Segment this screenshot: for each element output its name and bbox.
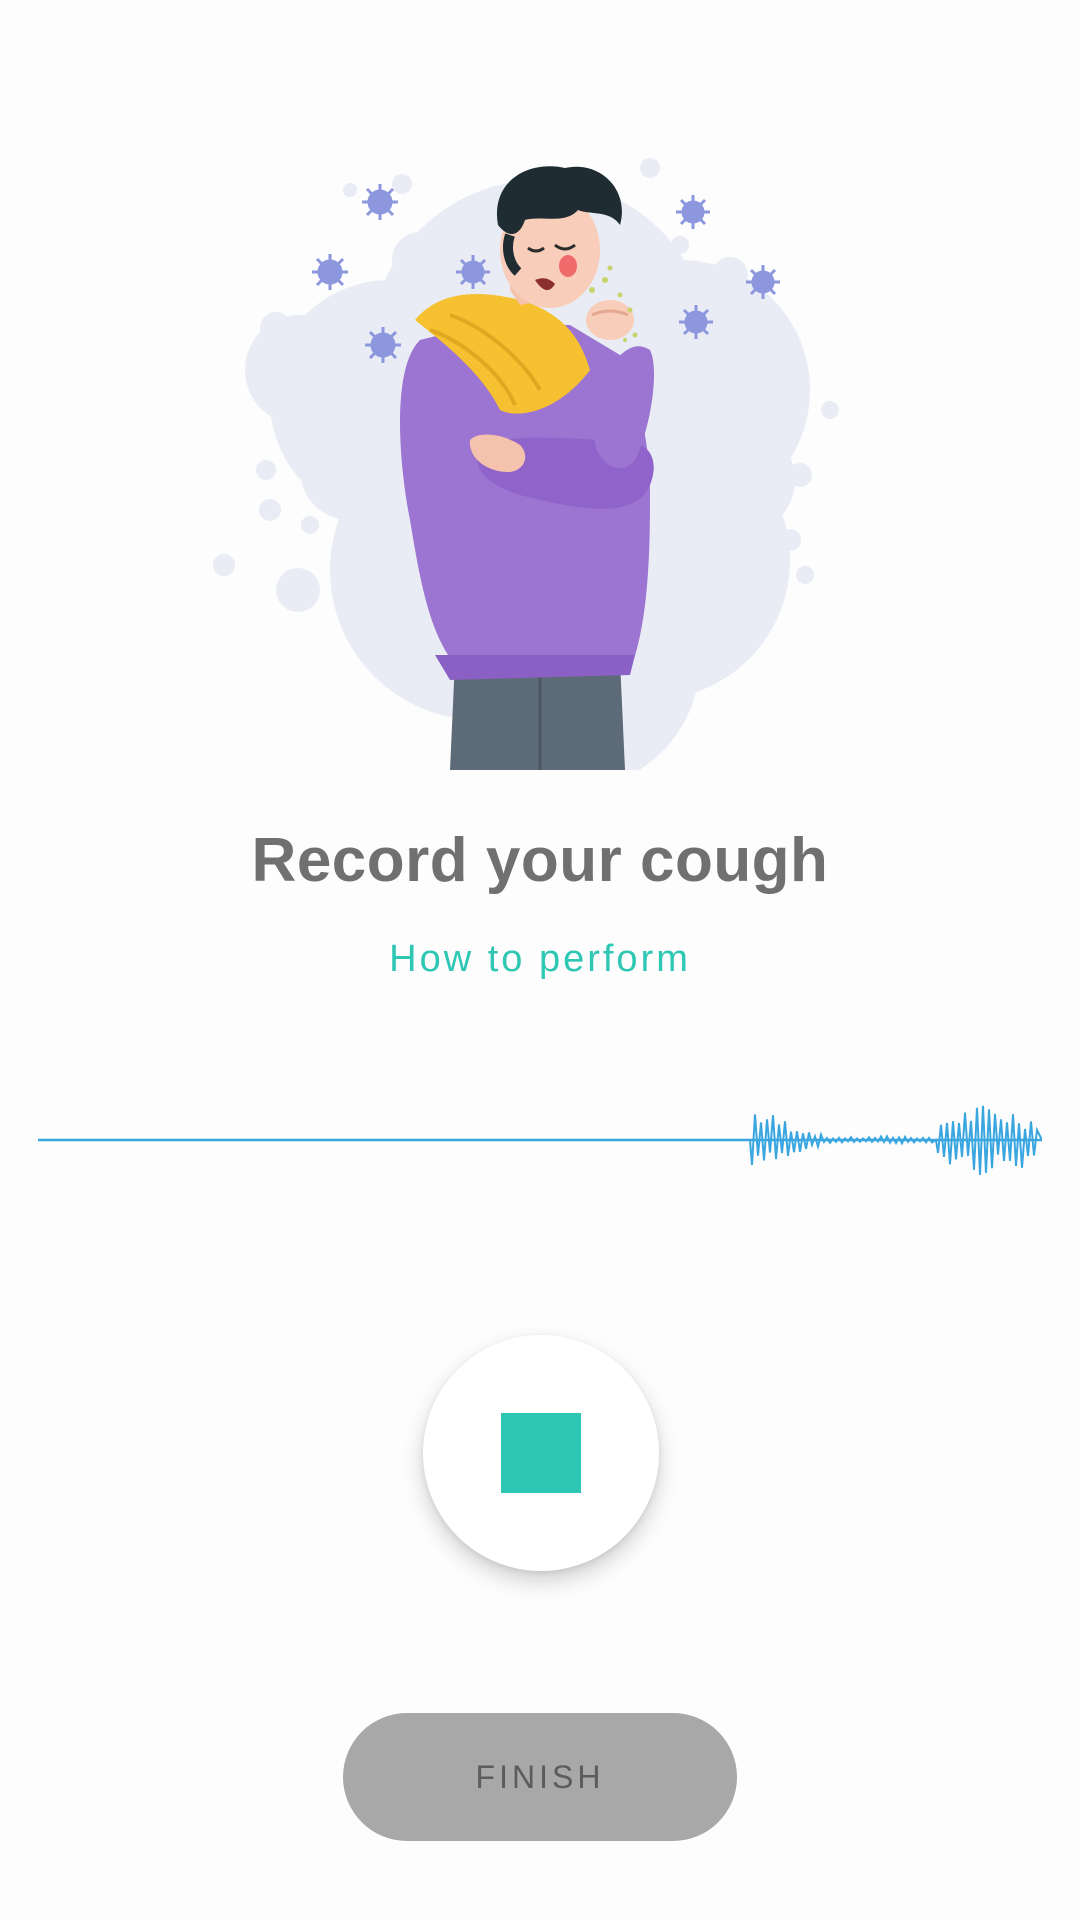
page-title: Record your cough: [251, 826, 829, 895]
stop-recording-button[interactable]: [423, 1335, 659, 1571]
stop-icon: [501, 1413, 581, 1493]
finish-button[interactable]: FINISH: [343, 1713, 737, 1841]
audio-waveform: [38, 1095, 1042, 1185]
record-cough-screen: Record your cough How to perform FINISH: [0, 0, 1080, 1920]
person-coughing-illustration: [180, 140, 900, 770]
how-to-perform-link[interactable]: How to perform: [0, 938, 1080, 981]
